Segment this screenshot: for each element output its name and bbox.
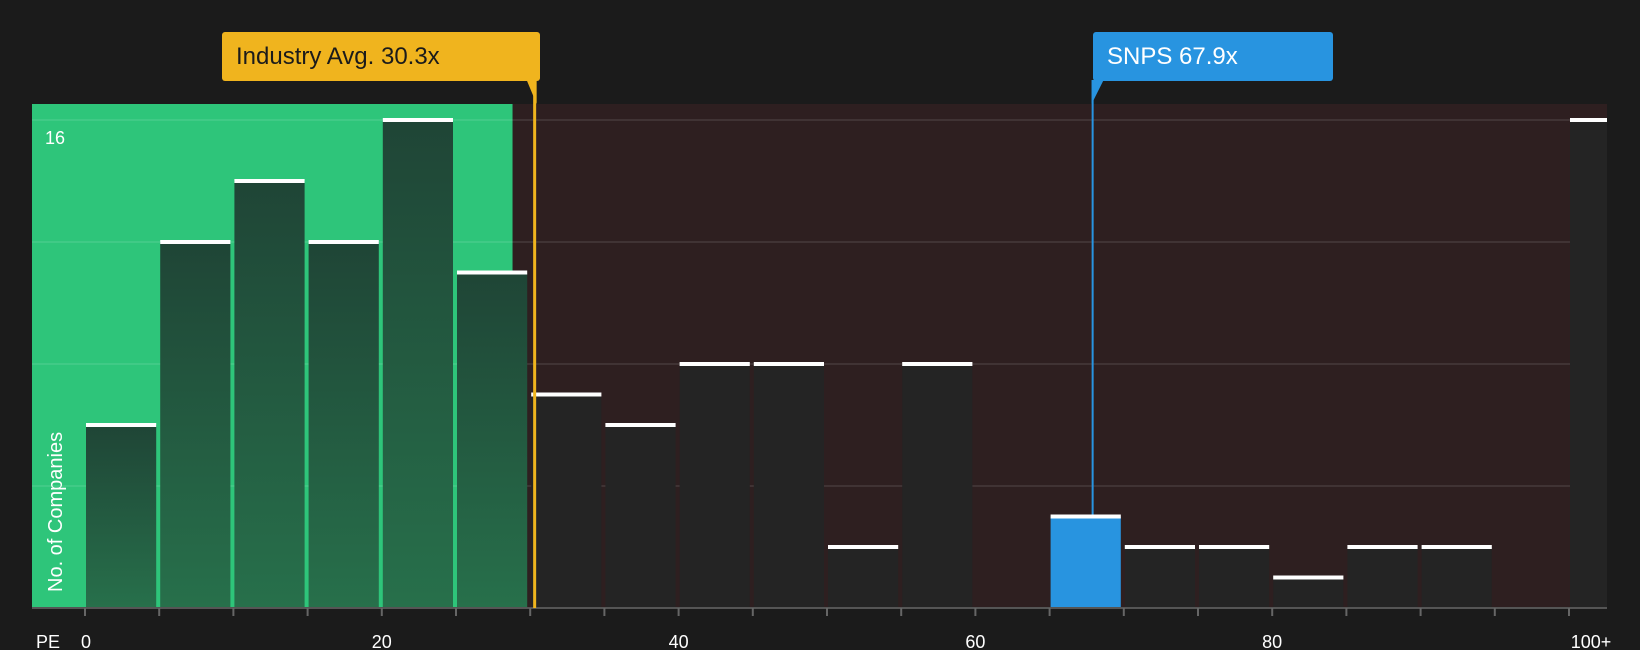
histogram-bar — [308, 242, 379, 608]
histogram-bar — [679, 364, 750, 608]
company-pe-label: SNPS 67.9x — [1093, 32, 1333, 81]
histogram-bar — [160, 242, 231, 608]
histogram-bar — [86, 425, 157, 608]
x-tick-label: 40 — [669, 632, 689, 650]
bar-top-line — [1199, 545, 1270, 549]
histogram-bar — [1421, 547, 1492, 608]
bar-top-line — [1570, 118, 1607, 122]
y-axis-label: No. of Companies — [45, 432, 67, 592]
bar-top-line — [902, 362, 973, 366]
bar-top-line — [382, 118, 453, 122]
bar-top-line — [1124, 545, 1195, 549]
histogram-bar — [234, 181, 305, 608]
bar-top-line — [753, 362, 824, 366]
highlighted-bar — [1050, 516, 1121, 608]
histogram-bar — [1199, 547, 1270, 608]
bar-top-line — [160, 240, 231, 244]
histogram-bar — [531, 394, 602, 608]
x-tick-label: 60 — [965, 632, 985, 650]
histogram-bar — [902, 364, 973, 608]
x-tick-label: 0 — [81, 632, 91, 650]
histogram-bar — [457, 272, 528, 608]
bar-top-line — [1421, 545, 1492, 549]
histogram-bar — [1570, 120, 1607, 608]
bar-top-line — [1347, 545, 1418, 549]
y-tick-label: 16 — [45, 128, 65, 148]
x-tick-label: 80 — [1262, 632, 1282, 650]
bar-top-line — [1273, 575, 1344, 580]
bar-top-line — [86, 423, 157, 427]
bar-top-line — [308, 240, 379, 244]
bar-top-line — [531, 392, 602, 397]
bar-top-line — [1050, 514, 1121, 519]
x-axis-label: PE — [36, 632, 60, 650]
histogram-bar — [605, 425, 676, 608]
histogram-bar — [828, 547, 899, 608]
bar-top-line — [828, 545, 899, 549]
bar-top-line — [605, 423, 676, 427]
histogram-bar — [1273, 577, 1344, 608]
bar-top-line — [679, 362, 750, 366]
industry-average-label: Industry Avg. 30.3x — [222, 32, 540, 81]
histogram-bar — [1347, 547, 1418, 608]
pe-distribution-chart: 0 20 40 60 80 100+ No. of Companies 16 PE — [32, 80, 1612, 650]
bar-top-line — [234, 179, 305, 183]
histogram-bar — [753, 364, 824, 608]
bar-top-line — [457, 270, 528, 275]
histogram-bar — [1124, 547, 1195, 608]
x-tick-label: 100+ — [1571, 632, 1612, 650]
x-tick-label: 20 — [372, 632, 392, 650]
histogram-bar — [382, 120, 453, 608]
